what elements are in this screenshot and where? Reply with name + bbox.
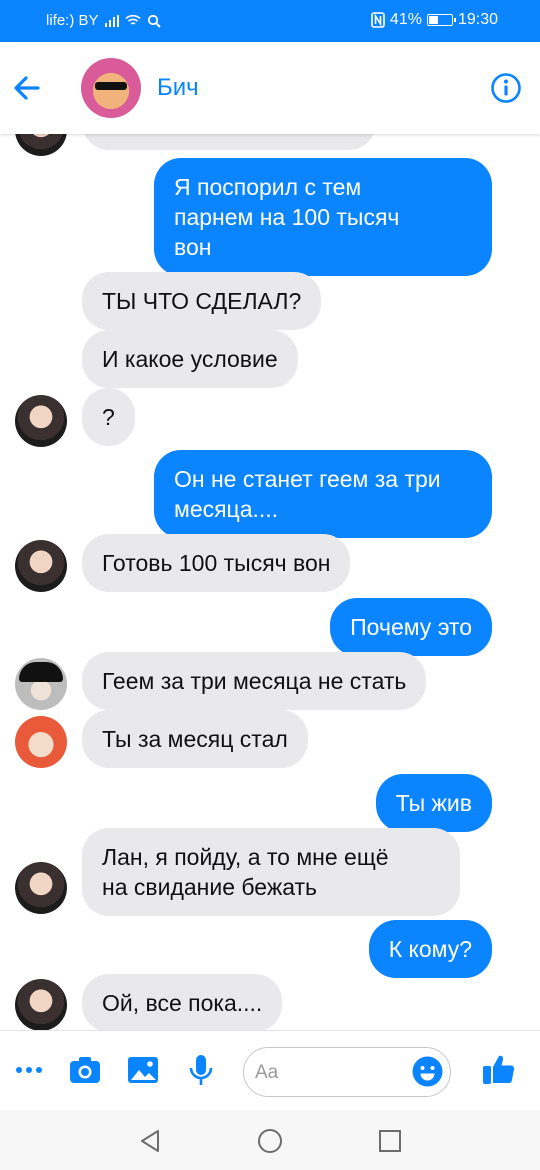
message-bubble-outgoing[interactable]: Ты жив <box>375 774 492 832</box>
camera-icon[interactable] <box>68 1053 102 1087</box>
signal-icon <box>104 14 119 27</box>
status-bar: life:) BY 41% 19:30 <box>0 0 540 42</box>
battery-icon <box>426 14 456 26</box>
system-navigation-bar <box>0 1110 540 1170</box>
battery-percent: 41% <box>389 11 422 28</box>
contact-avatar-small[interactable] <box>15 862 67 914</box>
nav-recents-icon[interactable] <box>376 1127 404 1155</box>
info-icon[interactable] <box>490 72 522 104</box>
microphone-icon[interactable] <box>184 1053 218 1087</box>
nfc-icon <box>371 12 385 28</box>
clock: 19:30 <box>457 11 498 28</box>
message-bubble-incoming[interactable]: ТЫ ЧТО СДЕЛАЛ? <box>82 272 322 330</box>
carrier-label: life:) BY <box>46 12 99 29</box>
message-bubble-incoming[interactable]: ? <box>82 388 135 446</box>
message-bubble-outgoing[interactable]: К кому? <box>368 920 492 978</box>
message-bubble-incoming[interactable]: Геем за три месяца не стать <box>82 652 427 710</box>
message-bubble-outgoing[interactable]: Я поспорил с тем парнем на 100 тысяч вон <box>154 158 492 276</box>
search-icon <box>147 14 161 28</box>
contact-avatar-small <box>15 134 67 156</box>
contact-avatar-small[interactable] <box>15 395 67 447</box>
nav-home-icon[interactable] <box>256 1127 284 1155</box>
more-icon[interactable] <box>12 1053 46 1087</box>
contact-avatar-small[interactable] <box>15 979 67 1030</box>
chat-header: Бич <box>0 42 540 134</box>
back-arrow-icon[interactable] <box>10 68 44 108</box>
contact-avatar-small[interactable] <box>15 716 67 768</box>
like-icon[interactable] <box>481 1051 517 1087</box>
emoji-icon[interactable] <box>412 1056 443 1087</box>
contact-avatar[interactable] <box>81 58 141 118</box>
message-bubble-incoming[interactable]: Лан, я пойду, а то мне ещё на свидание б… <box>82 828 460 916</box>
message-bubble-partial <box>82 134 376 150</box>
message-input[interactable]: Aa <box>243 1047 451 1097</box>
message-bubble-incoming[interactable]: Готовь 100 тысяч вон <box>82 534 351 592</box>
contact-avatar-small[interactable] <box>15 540 67 592</box>
wifi-icon <box>124 14 141 25</box>
message-bubble-outgoing[interactable]: Он не станет геем за три месяца.... <box>154 450 492 538</box>
nav-back-icon[interactable] <box>136 1127 164 1155</box>
message-bubble-incoming[interactable]: Ой, все пока.... <box>82 974 283 1030</box>
message-bubble-outgoing[interactable]: Почему это <box>330 598 492 656</box>
image-icon[interactable] <box>126 1053 160 1087</box>
message-list[interactable]: Я поспорил с тем парнем на 100 тысяч вон… <box>0 134 540 1030</box>
message-bubble-incoming[interactable]: Ты за месяц стал <box>82 710 308 768</box>
message-bubble-incoming[interactable]: И какое условие <box>82 330 298 388</box>
message-input-placeholder: Aa <box>255 1062 279 1083</box>
message-composer: Aa <box>0 1030 540 1110</box>
contact-avatar-small[interactable] <box>15 658 67 710</box>
contact-name[interactable]: Бич <box>157 74 199 102</box>
